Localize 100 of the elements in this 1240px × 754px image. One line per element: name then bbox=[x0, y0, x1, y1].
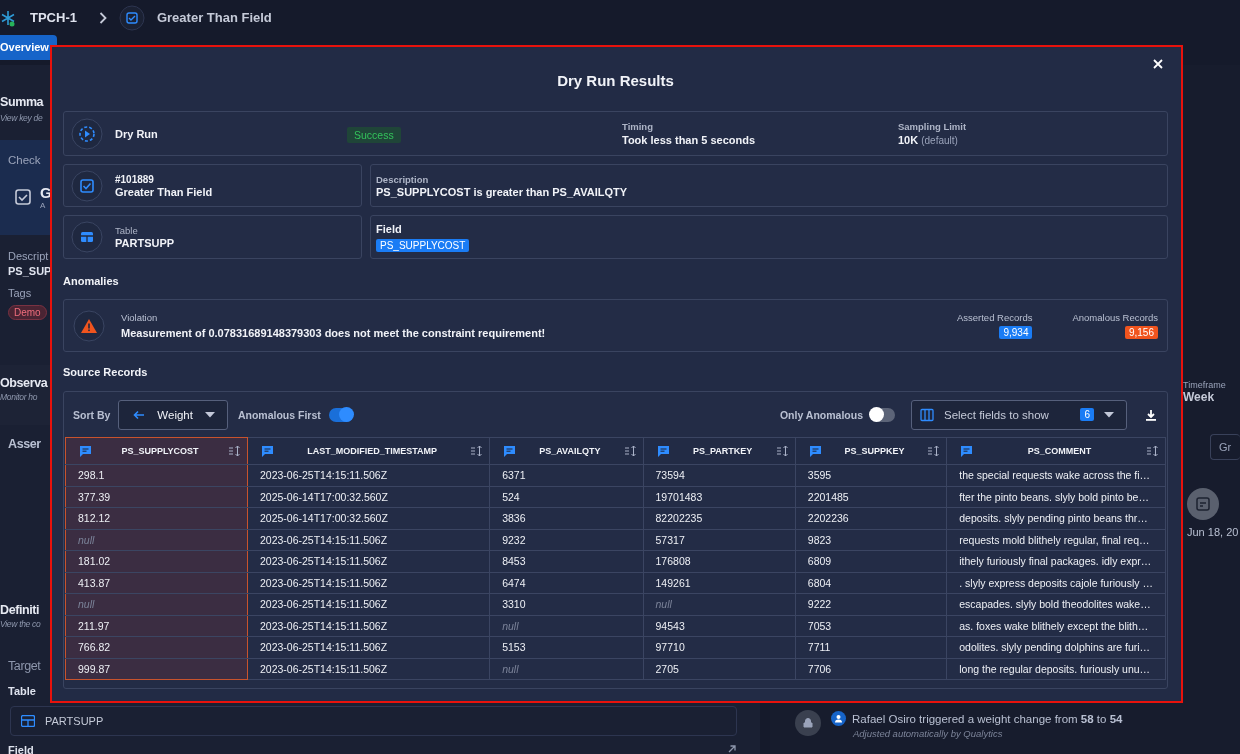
field-tag: PS_SUPPLYCOST bbox=[376, 238, 470, 252]
table-cell: null bbox=[65, 529, 248, 551]
caret-icon bbox=[204, 411, 215, 418]
table-cell: 298.1 bbox=[65, 464, 248, 486]
table-cell: 8453 bbox=[489, 550, 644, 572]
section-title: Target bbox=[8, 659, 41, 673]
column-header[interactable]: PS_COMMENT bbox=[946, 437, 1166, 465]
table-cell: long the regular deposits. furiously unu… bbox=[946, 658, 1166, 680]
table-cell: 6474 bbox=[489, 572, 644, 594]
comment-icon bbox=[808, 445, 822, 457]
breadcrumb-link[interactable]: TPCH-1 bbox=[30, 10, 77, 25]
timing-value: Took less than 5 seconds bbox=[622, 134, 757, 146]
sort-icon[interactable] bbox=[927, 445, 941, 457]
field-label: Field bbox=[376, 222, 403, 235]
table-cell: 2023-06-25T14:15:11.506Z bbox=[247, 593, 490, 615]
timing-label: Timing bbox=[622, 121, 654, 132]
table-cell: the special requests wake across the fi… bbox=[946, 464, 1166, 486]
sort-icon[interactable] bbox=[623, 445, 637, 457]
sort-icon[interactable] bbox=[470, 445, 484, 457]
section-title: Summa bbox=[0, 95, 44, 109]
comment-icon bbox=[656, 445, 670, 457]
table-cell: 3310 bbox=[489, 593, 644, 615]
table-cell: 6804 bbox=[795, 572, 947, 594]
toggle-switch[interactable] bbox=[871, 407, 895, 422]
dialog-title: Dry Run Results bbox=[557, 72, 674, 89]
column-header[interactable]: PS_AVAILQTY bbox=[489, 437, 644, 465]
check-subtitle: A bbox=[40, 201, 47, 210]
table-cell: 2023-06-25T14:15:11.506Z bbox=[247, 615, 490, 637]
table-cell: 97710 bbox=[643, 636, 796, 658]
toggle-switch[interactable] bbox=[328, 407, 353, 422]
sort-icon[interactable] bbox=[1146, 445, 1159, 457]
table-cell: requests mold blithely regular, final req… bbox=[946, 529, 1166, 551]
section-title: Asser bbox=[8, 437, 41, 451]
table-cell: 377.39 bbox=[65, 486, 248, 508]
toggle-label: Only Anomalous bbox=[779, 408, 863, 421]
table-cell: ithely furiously final packages. idly expr… bbox=[946, 550, 1166, 572]
column-header[interactable]: PS_PARTKEY bbox=[643, 437, 796, 465]
table-cell: 7711 bbox=[795, 636, 947, 658]
field-label: Field bbox=[8, 744, 34, 754]
status-badge: Success bbox=[347, 126, 401, 143]
table-cell: 524 bbox=[489, 486, 644, 508]
column-header[interactable]: PS_SUPPLYCOST bbox=[65, 437, 248, 465]
table-cell: null bbox=[489, 658, 644, 680]
table-cell: 2023-06-25T14:15:11.506Z bbox=[247, 658, 490, 680]
table-cell: 73594 bbox=[643, 464, 796, 486]
columns-icon bbox=[920, 407, 934, 422]
table-cell: 2201485 bbox=[795, 486, 947, 508]
close-button[interactable] bbox=[1153, 59, 1163, 69]
table-cell: 413.87 bbox=[65, 572, 248, 594]
toggle-label: Anomalous First bbox=[237, 408, 321, 421]
table-cell: 149261 bbox=[643, 572, 796, 594]
user-avatar-icon bbox=[831, 711, 846, 726]
comment-icon bbox=[503, 445, 517, 457]
table-name: PARTSUPP bbox=[115, 237, 175, 249]
download-button[interactable] bbox=[1145, 408, 1157, 421]
sort-dropdown[interactable]: Weight bbox=[118, 399, 228, 430]
table-cell: 766.82 bbox=[65, 636, 248, 658]
checkbox-icon bbox=[71, 169, 103, 202]
table-cell: as. foxes wake blithely except the blith… bbox=[946, 615, 1166, 637]
table-cell: fter the pinto beans. slyly bold pinto be… bbox=[946, 486, 1166, 508]
table-cell: 999.87 bbox=[65, 658, 248, 680]
table-cell: deposits. slyly pending pinto beans thr… bbox=[946, 507, 1166, 529]
section-title: Observa bbox=[0, 376, 48, 390]
section-subtitle: View the co bbox=[0, 619, 41, 629]
table-cell: 3595 bbox=[795, 464, 947, 486]
table-cell: null bbox=[643, 593, 796, 615]
table-cell: 812.12 bbox=[65, 507, 248, 529]
table-cell: 2025-06-14T17:00:32.560Z bbox=[247, 486, 490, 508]
fields-select[interactable]: Select fields to show 6 bbox=[911, 399, 1127, 430]
table-label: Table bbox=[8, 685, 36, 697]
sort-by-label: Sort By bbox=[73, 408, 111, 421]
table-cell: 6809 bbox=[795, 550, 947, 572]
table-name: PARTSUPP bbox=[45, 715, 104, 727]
table-cell: null bbox=[489, 615, 644, 637]
table-cell: escapades. slyly bold theodolites wake… bbox=[946, 593, 1166, 615]
column-header[interactable]: PS_SUPPKEY bbox=[795, 437, 947, 465]
table-cell: 3836 bbox=[489, 507, 644, 529]
checkbox-icon bbox=[118, 4, 145, 31]
table-cell: 2025-06-14T17:00:32.560Z bbox=[247, 507, 490, 529]
caret-icon bbox=[1104, 411, 1114, 418]
column-header[interactable]: LAST_MODIFIED_TIMESTAMP bbox=[247, 437, 490, 465]
section-title: Source Records bbox=[63, 366, 149, 378]
table-cell: 211.97 bbox=[65, 615, 248, 637]
table-cell: 2023-06-25T14:15:11.506Z bbox=[247, 572, 490, 594]
sort-icon[interactable] bbox=[775, 445, 789, 457]
checkbox-icon bbox=[14, 188, 32, 206]
sampling-limit-label: Sampling Limit bbox=[898, 121, 967, 132]
check-name: Greater Than Field bbox=[115, 185, 213, 198]
violation-message: Measurement of 0.07831689148379303 does not meet the constraint requirement! bbox=[121, 327, 546, 339]
table-cell: 176808 bbox=[643, 550, 796, 572]
timeframe-value: Week bbox=[1183, 390, 1216, 404]
snowflake-icon bbox=[0, 8, 16, 27]
sampling-limit-note: (default) bbox=[921, 135, 958, 146]
count-label: Anomalous Records bbox=[1072, 312, 1158, 323]
dry-run-label: Dry Run bbox=[115, 127, 158, 140]
breadcrumb-current: Greater Than Field bbox=[156, 10, 272, 25]
sort-icon[interactable] bbox=[228, 445, 241, 457]
table-cell: 2023-06-25T14:15:11.506Z bbox=[247, 636, 490, 658]
table-cell: 82202235 bbox=[643, 507, 796, 529]
tab[interactable]: Overview bbox=[0, 35, 57, 60]
